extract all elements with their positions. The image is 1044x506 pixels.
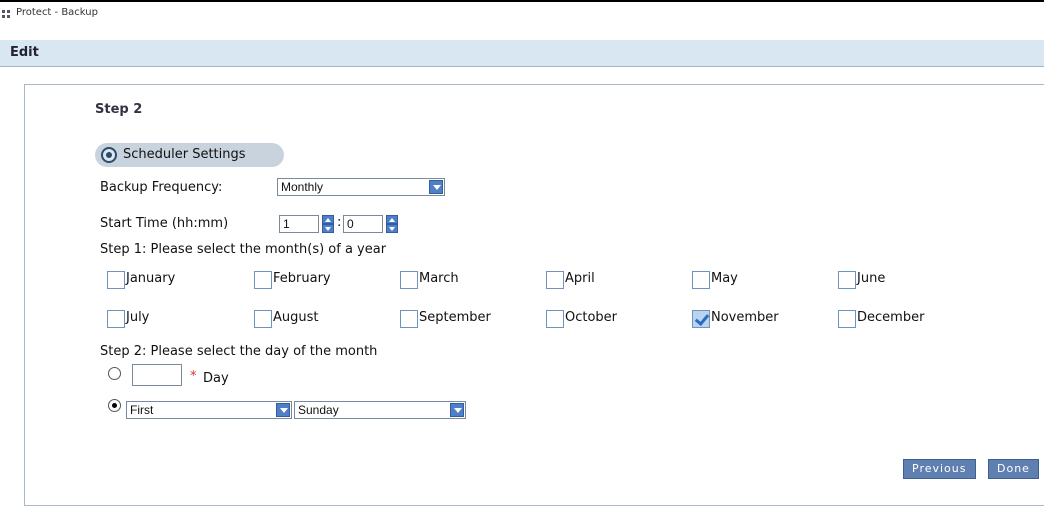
month-label-april: April xyxy=(565,271,595,286)
radio-day-of-month[interactable] xyxy=(108,367,121,380)
checkbox-may[interactable] xyxy=(692,271,710,289)
day-input[interactable] xyxy=(132,364,182,386)
weekday-select[interactable]: Sunday xyxy=(294,401,466,419)
month-label-march: March xyxy=(419,271,459,286)
day-prompt: Step 2: Please select the day of the mon… xyxy=(100,344,378,359)
backup-frequency-label: Backup Frequency: xyxy=(100,180,223,195)
checkbox-july[interactable] xyxy=(107,310,125,328)
window-title: Protect - Backup xyxy=(16,7,98,18)
month-label-december: December xyxy=(857,310,925,325)
required-marker: * xyxy=(190,369,197,384)
checkbox-september[interactable] xyxy=(400,310,418,328)
dropdown-arrow-icon[interactable] xyxy=(429,180,443,194)
month-label-july: July xyxy=(126,310,150,325)
weekday-value: Sunday xyxy=(298,403,339,417)
month-label-september: September xyxy=(419,310,491,325)
checkbox-june[interactable] xyxy=(838,271,856,289)
radio-weekday-of-month[interactable] xyxy=(108,399,121,412)
collapse-icon xyxy=(101,147,117,163)
decrement-icon[interactable] xyxy=(322,224,334,233)
time-separator: : xyxy=(337,215,342,230)
done-button[interactable]: Done xyxy=(988,459,1039,479)
day-label: Day xyxy=(203,371,229,386)
checkbox-december[interactable] xyxy=(838,310,856,328)
increment-icon[interactable] xyxy=(386,215,398,224)
edit-title: Edit xyxy=(10,45,39,60)
checkbox-march[interactable] xyxy=(400,271,418,289)
grip-icon xyxy=(2,10,12,20)
months-prompt: Step 1: Please select the month(s) of a … xyxy=(100,242,387,257)
checkbox-august[interactable] xyxy=(254,310,272,328)
start-minute-value: 0 xyxy=(347,217,354,231)
start-minute-stepper[interactable]: 0 xyxy=(343,215,398,233)
scheduler-settings-label: Scheduler Settings xyxy=(123,147,246,162)
month-label-october: October xyxy=(565,310,618,325)
decrement-icon[interactable] xyxy=(386,224,398,233)
backup-frequency-value: Monthly xyxy=(281,180,324,194)
checkbox-october[interactable] xyxy=(546,310,564,328)
window-title-bar: Protect - Backup xyxy=(0,2,1044,32)
edit-header: Edit xyxy=(0,40,1044,67)
scheduler-settings-toggle[interactable]: Scheduler Settings xyxy=(95,143,284,167)
checkbox-february[interactable] xyxy=(254,271,272,289)
checkbox-november[interactable] xyxy=(692,310,710,328)
start-hour-stepper[interactable]: 1 xyxy=(279,215,334,233)
ordinal-value: First xyxy=(130,403,154,417)
ordinal-select[interactable]: First xyxy=(126,401,292,419)
dropdown-arrow-icon[interactable] xyxy=(276,403,290,417)
month-label-february: February xyxy=(273,271,331,286)
increment-icon[interactable] xyxy=(322,215,334,224)
previous-button[interactable]: Previous xyxy=(903,459,976,479)
step-title: Step 2 xyxy=(95,102,143,117)
dropdown-arrow-icon[interactable] xyxy=(450,403,464,417)
checkbox-april[interactable] xyxy=(546,271,564,289)
month-label-august: August xyxy=(273,310,319,325)
month-label-january: January xyxy=(126,271,176,286)
start-hour-value: 1 xyxy=(283,217,290,231)
start-time-label: Start Time (hh:mm) xyxy=(100,216,229,231)
checkbox-january[interactable] xyxy=(107,271,125,289)
month-label-may: May xyxy=(711,271,738,286)
month-label-november: November xyxy=(711,310,779,325)
backup-frequency-select[interactable]: Monthly xyxy=(277,178,445,196)
month-label-june: June xyxy=(857,271,886,286)
